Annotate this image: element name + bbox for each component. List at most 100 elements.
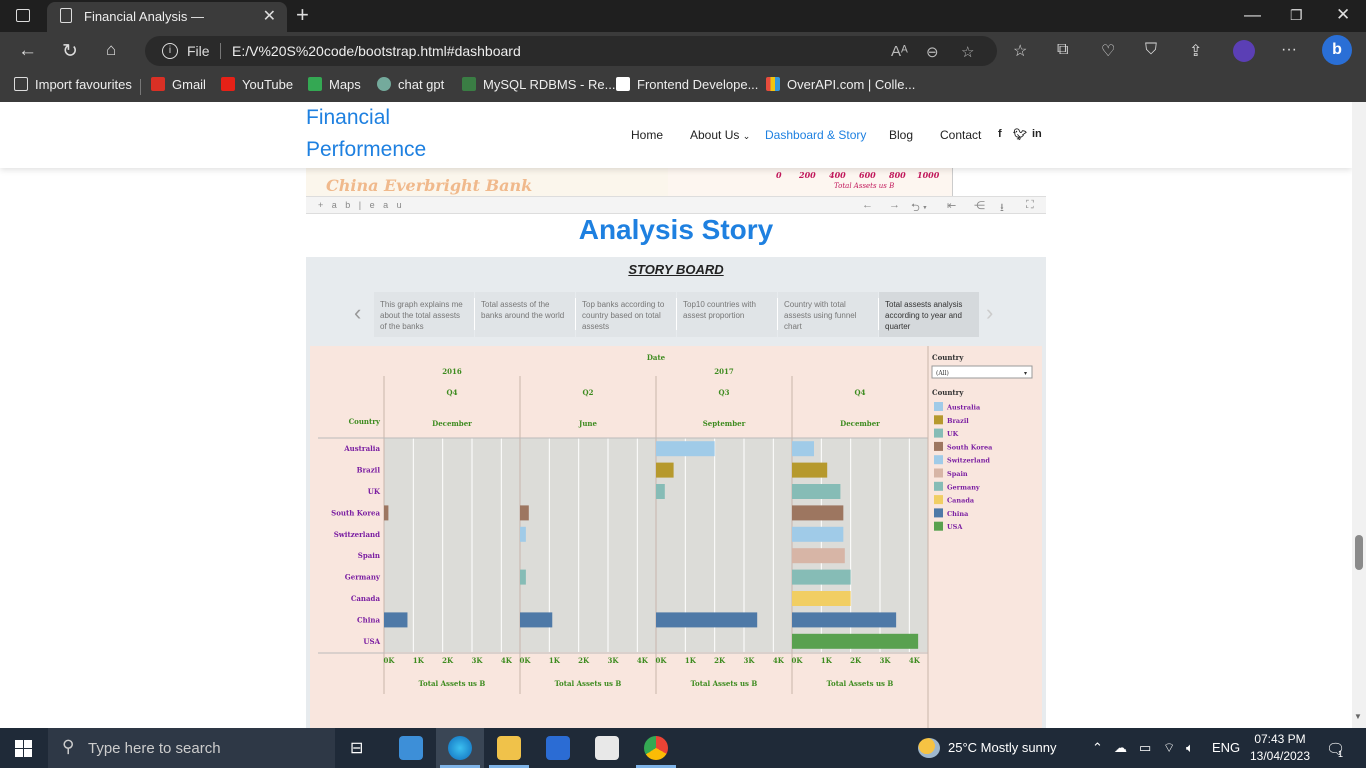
network-icon[interactable]: ☁ — [1114, 740, 1127, 756]
maps-icon — [308, 77, 322, 91]
fullscreen-icon[interactable]: ⛶ — [1026, 199, 1034, 212]
tableau-toolbar: + a b | e a u ← → ⮌ ▾ ⇤ ⋲ ⭳ ⛶ — [306, 196, 1046, 214]
task-view-icon[interactable]: ⊟ — [350, 738, 363, 758]
home-icon[interactable]: ⌂ — [106, 40, 116, 60]
collections-icon[interactable]: ⧉ — [1057, 41, 1068, 59]
frontend-icon — [616, 77, 630, 91]
nav-blog[interactable]: Blog — [889, 128, 913, 142]
bookmark-import[interactable]: Import favourites — [14, 77, 132, 92]
row-header: Country — [349, 417, 381, 426]
new-tab-icon[interactable]: + — [296, 2, 309, 28]
tick-label: 3K — [472, 656, 484, 665]
month-label: December — [432, 419, 472, 428]
weather-icon[interactable] — [918, 738, 940, 758]
profile-avatar[interactable] — [1233, 40, 1255, 62]
scroll-down-arrow[interactable]: ▼ — [1354, 712, 1362, 721]
browser-tab-strip: Financial Analysis — ✕ + — ❐ ✕ — [0, 0, 1366, 32]
twitter-icon[interactable]: 🐦︎ — [1013, 128, 1027, 141]
legend-swatch — [934, 428, 943, 438]
zoom-icon[interactable]: ⊖ — [926, 43, 939, 61]
close-tab-icon[interactable]: ✕ — [263, 6, 276, 26]
bookmark-youtube[interactable]: YouTube — [221, 77, 293, 92]
edge-icon[interactable] — [448, 736, 472, 760]
window-menu-icon[interactable] — [16, 9, 30, 22]
language-indicator[interactable]: ENG — [1212, 740, 1240, 755]
share-icon[interactable]: ⇪ — [1189, 41, 1202, 61]
bookmark-chatgpt[interactable]: chat gpt — [377, 77, 444, 92]
story-point-2[interactable]: Total assests of the banks around the wo… — [475, 292, 576, 337]
url-text[interactable]: E:/V%20S%20code/bootstrap.html#dashboard — [232, 43, 521, 59]
weather-text[interactable]: 25°C Mostly sunny — [948, 740, 1057, 755]
bookmark-gmail[interactable]: Gmail — [151, 77, 206, 92]
minimize-icon[interactable]: — — [1244, 5, 1261, 25]
share-viz-icon[interactable]: ⋲ — [974, 199, 985, 212]
tableau-logo[interactable]: + a b | e a u — [318, 200, 405, 210]
chrome-icon[interactable] — [644, 736, 668, 760]
story-prev-arrow[interactable]: ‹ — [354, 300, 361, 326]
bar — [792, 484, 841, 499]
bar — [792, 591, 851, 606]
nav-home[interactable]: Home — [631, 128, 663, 142]
tick-label: 1K — [685, 656, 697, 665]
battery-icon[interactable]: ▭ — [1139, 740, 1151, 756]
filter-value: (All) — [936, 370, 949, 377]
linkedin-icon[interactable]: in — [1032, 128, 1042, 140]
category-label: Germany — [345, 573, 381, 582]
chevron-up-icon[interactable]: ⌃ — [1092, 740, 1103, 756]
store-icon[interactable] — [546, 736, 570, 760]
bing-icon[interactable]: b — [1322, 35, 1352, 65]
legend-item: Spain — [947, 470, 968, 478]
story-next-arrow[interactable]: › — [986, 300, 993, 326]
extensions-icon[interactable]: ⛉ — [1145, 41, 1157, 59]
legend-swatch — [934, 455, 943, 465]
url-box[interactable]: i File E:/V%20S%20code/bootstrap.html#da… — [145, 36, 997, 66]
redo-icon[interactable]: → — [889, 199, 900, 211]
clock[interactable]: 07:43 PM 13/04/2023 — [1245, 731, 1315, 765]
add-favourite-icon[interactable]: ☆ — [961, 43, 974, 61]
bar — [792, 612, 897, 628]
refresh-icon[interactable]: ↻ — [62, 40, 78, 63]
more-icon[interactable]: ··· — [1281, 41, 1297, 59]
app-icon[interactable] — [399, 736, 423, 760]
browser-tab[interactable]: Financial Analysis — ✕ — [47, 2, 287, 32]
file-explorer-icon[interactable] — [497, 736, 521, 760]
favourites-icon[interactable]: ☆ — [1013, 41, 1027, 61]
close-window-icon[interactable]: ✕ — [1336, 5, 1350, 25]
undo-icon[interactable]: ← — [862, 199, 873, 211]
mail-icon[interactable] — [595, 736, 619, 760]
restore-icon[interactable]: ❐ — [1290, 7, 1303, 24]
category-label: Brazil — [357, 466, 381, 475]
site-brand[interactable]: Financial Performence — [306, 102, 426, 166]
story-point-5[interactable]: Country with total assests using funnel … — [778, 292, 879, 337]
nav-contact[interactable]: Contact — [940, 128, 981, 142]
month-label: June — [578, 419, 597, 428]
info-icon[interactable]: i — [162, 43, 178, 59]
taskbar-search[interactable]: ⚲ Type here to search — [48, 728, 335, 768]
bookmark-maps[interactable]: Maps — [308, 77, 361, 92]
bookmark-mysql[interactable]: MySQL RDBMS - Re... — [462, 77, 615, 92]
facebook-icon[interactable]: f — [998, 128, 1002, 140]
windows-start-icon[interactable] — [15, 740, 32, 757]
back-icon[interactable]: ← — [18, 40, 37, 62]
nav-dashboard[interactable]: Dashboard & Story — [765, 128, 866, 142]
bookmark-overapi[interactable]: OverAPI.com | Colle... — [766, 77, 915, 92]
nav-about[interactable]: About Us ⌄ — [690, 128, 750, 142]
bookmark-frontend[interactable]: Frontend Develope... — [616, 77, 758, 92]
category-label: Spain — [358, 551, 380, 560]
story-point-6[interactable]: Total assests analysis according to year… — [879, 292, 979, 337]
w3-icon — [462, 77, 476, 91]
tick-label: 3K — [744, 656, 756, 665]
quarter-label: Q4 — [855, 388, 866, 397]
scrollbar[interactable] — [1352, 102, 1366, 728]
read-aloud-icon[interactable]: Aᴬ — [891, 43, 908, 60]
story-point-1[interactable]: This graph explains me about the total a… — [374, 292, 475, 337]
tick-label: 0K — [384, 656, 396, 665]
story-point-3[interactable]: Top banks according to country based on … — [576, 292, 677, 337]
reset-icon[interactable]: ⇤ — [947, 199, 956, 212]
story-point-4[interactable]: Top10 countries with assest proportion — [677, 292, 778, 337]
wifi-icon[interactable]: ⌔ — [1163, 740, 1175, 756]
scrollbar-thumb[interactable] — [1355, 535, 1363, 570]
legend-swatch — [934, 468, 943, 478]
health-icon[interactable]: ♡ — [1101, 41, 1115, 61]
volume-icon[interactable]: 🔈︎ — [1186, 740, 1194, 756]
